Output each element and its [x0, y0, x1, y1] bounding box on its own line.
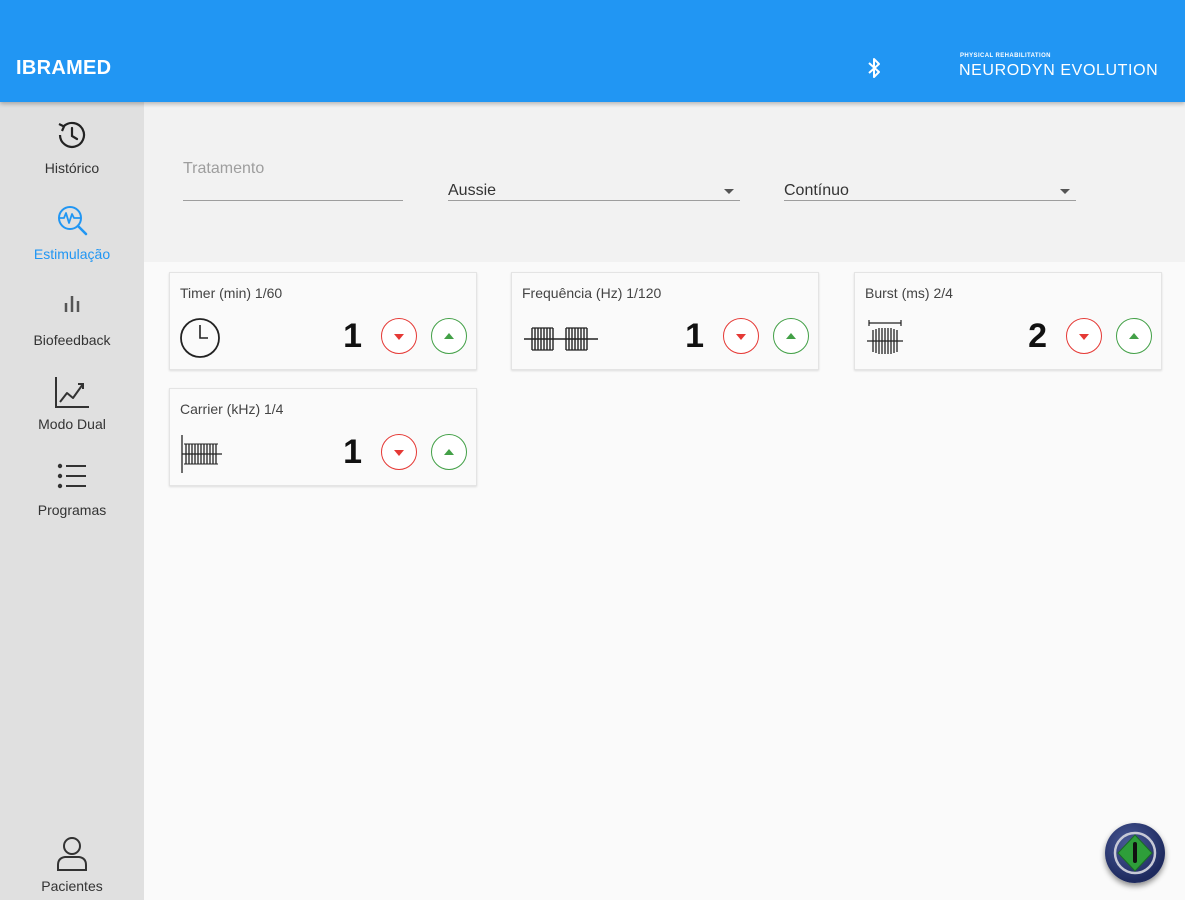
carrier-increase-button[interactable] — [431, 434, 467, 470]
mode-select[interactable]: Aussie — [448, 160, 740, 201]
sidebar-item-label: Pacientes — [41, 878, 103, 894]
sidebar-item-historico[interactable]: Histórico — [0, 116, 144, 176]
carrier-value: 1 — [343, 433, 362, 471]
timer-increase-button[interactable] — [431, 318, 467, 354]
sidebar-item-estimulacao[interactable]: Estimulação — [0, 202, 144, 262]
card-title: Carrier (kHz) 1/4 — [180, 401, 284, 417]
chevron-down-icon — [1060, 189, 1070, 194]
sidebar-item-modo-dual[interactable]: Modo Dual — [0, 374, 144, 432]
brand-name: NEURODYN EVOLUTION — [959, 62, 1159, 79]
mode-value: Aussie — [448, 182, 497, 199]
person-icon — [57, 837, 87, 871]
carrier-decrease-button[interactable] — [381, 434, 417, 470]
card-title: Frequência (Hz) 1/120 — [522, 285, 662, 301]
app-title: IBRAMED — [16, 57, 112, 79]
chevron-down-icon — [724, 189, 734, 194]
frequency-card: Frequência (Hz) 1/120 1 — [511, 272, 819, 370]
treatment-placeholder: Tratamento — [183, 160, 265, 177]
sidebar-item-label: Programas — [37, 502, 107, 518]
filter-bar: Tratamento Aussie Contínuo — [144, 102, 1185, 262]
burst-increase-button[interactable] — [1116, 318, 1152, 354]
bluetooth-icon[interactable] — [864, 56, 884, 80]
sidebar-item-label: Biofeedback — [33, 332, 111, 348]
app-header: IBRAMED PHYSICAL REHABILITATION NEURODYN… — [0, 0, 1185, 102]
frequency-value: 1 — [685, 317, 704, 355]
line-chart-icon — [55, 377, 89, 408]
brand-tagline: PHYSICAL REHABILITATION — [960, 53, 1051, 59]
sidebar-item-biofeedback[interactable]: Biofeedback — [0, 290, 144, 348]
arrow-down-icon — [736, 334, 746, 340]
start-fab-button[interactable] — [1105, 823, 1165, 883]
sidebar: Histórico Estimulação Biofeedback Modo D… — [0, 102, 144, 900]
timer-decrease-button[interactable] — [381, 318, 417, 354]
arrow-up-icon — [786, 333, 796, 339]
power-start-icon — [1113, 831, 1157, 875]
frequency-increase-button[interactable] — [773, 318, 809, 354]
arrow-down-icon — [394, 334, 404, 340]
bar-chart-icon — [64, 296, 80, 312]
burst-width-icon — [867, 320, 903, 354]
carrier-card: Carrier (kHz) 1/4 1 — [169, 388, 477, 486]
stimulation-icon — [58, 206, 88, 236]
sidebar-item-label: Estimulação — [33, 246, 111, 262]
sidebar-item-label: Histórico — [44, 160, 100, 176]
burst-wave-icon — [524, 327, 598, 351]
carrier-wave-icon — [181, 435, 222, 473]
arrow-down-icon — [394, 450, 404, 456]
type-select[interactable]: Contínuo — [784, 160, 1076, 201]
sidebar-item-programas[interactable]: Programas — [0, 460, 144, 518]
arrow-up-icon — [444, 449, 454, 455]
timer-card: Timer (min) 1/60 1 — [169, 272, 477, 370]
arrow-up-icon — [1129, 333, 1139, 339]
burst-value: 2 — [1028, 317, 1047, 355]
sidebar-item-pacientes[interactable]: Pacientes — [0, 834, 144, 894]
treatment-field[interactable]: Tratamento — [183, 160, 403, 201]
type-value: Contínuo — [784, 182, 849, 199]
frequency-decrease-button[interactable] — [723, 318, 759, 354]
burst-card: Burst (ms) 2/4 2 — [854, 272, 1162, 370]
arrow-up-icon — [444, 333, 454, 339]
card-title: Timer (min) 1/60 — [180, 285, 283, 301]
history-icon — [58, 121, 86, 148]
arrow-down-icon — [1079, 334, 1089, 340]
card-title: Burst (ms) 2/4 — [865, 285, 953, 301]
burst-decrease-button[interactable] — [1066, 318, 1102, 354]
list-icon — [57, 463, 86, 489]
clock-icon — [180, 318, 220, 358]
timer-value: 1 — [343, 317, 362, 355]
sidebar-item-label: Modo Dual — [38, 416, 106, 432]
